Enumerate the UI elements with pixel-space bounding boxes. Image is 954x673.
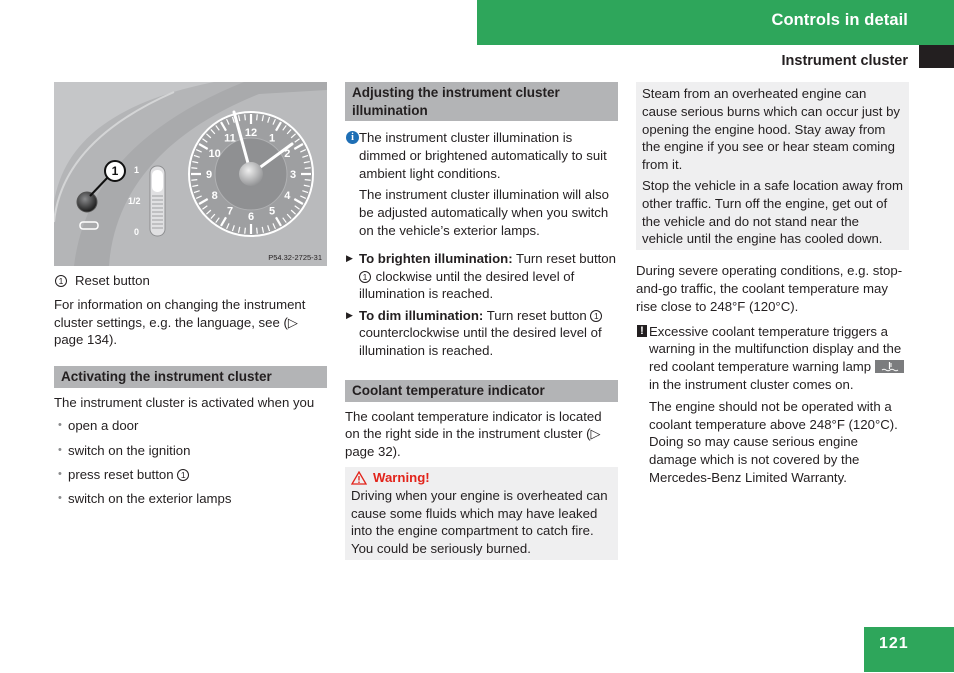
coolant-heading: Coolant temperature indicator [345, 380, 618, 402]
illumination-steps: ▶ To brighten illumination: Turn reset b… [345, 250, 618, 360]
list-item: switch on the exterior lamps [54, 490, 327, 508]
clock-number: 11 [224, 133, 236, 145]
clock-tick [304, 179, 311, 181]
warning-box: Warning! Driving when your engine is ove… [345, 466, 618, 560]
activation-list: open a door switch on the ignition press… [54, 417, 327, 507]
clock-tick [256, 227, 258, 234]
activating-heading: Activating the instrument cluster [54, 366, 327, 388]
warning-paragraph: Stop the vehicle in a safe location away… [642, 177, 903, 247]
chapter-title: Controls in detail [771, 11, 908, 29]
coolant-text: The coolant temperature indicator is loc… [345, 408, 602, 460]
settings-reference-text: For information on changing the instrume… [54, 296, 306, 348]
clock-number: 9 [206, 169, 212, 181]
info-icon: i [346, 131, 359, 144]
gauge-label-full: 1 [134, 165, 139, 175]
info-paragraph: The instrument cluster illumination is d… [359, 130, 607, 181]
clock-tick [191, 179, 198, 181]
clock-tick [244, 114, 246, 121]
clock-tick [244, 227, 246, 234]
step-arrow-icon: ▶ [346, 252, 353, 263]
clock-tick [191, 167, 198, 169]
right-column: Steam from an overheated engine can caus… [636, 82, 909, 487]
warning-paragraph: Steam from an overheated engine can caus… [642, 86, 901, 173]
section-tab-marker [919, 45, 954, 68]
clock-number: 12 [245, 127, 257, 139]
left-column: 1 1/2 0 12 1 2 3 4 5 6 7 8 9 10 11 1 P54.32-2725-31… [54, 82, 327, 514]
illumination-heading: Adjusting the instrument cluster illumin… [345, 82, 618, 121]
callout-ref-icon: 1 [590, 309, 603, 322]
exclamation-notice-icon: ! [637, 324, 647, 337]
operating-conditions-text: During severe operating conditions, e.g.… [636, 263, 903, 314]
damage-notice: ! Excessive coolant temperature triggers… [636, 323, 909, 487]
warning-continuation-box: Steam from an overheated engine can caus… [636, 82, 909, 251]
info-paragraph: The instrument cluster illumination will… [359, 187, 609, 238]
notice-paragraph: Excessive coolant temperature triggers a… [649, 323, 909, 394]
caption-label: Reset button [75, 273, 150, 288]
clock-number: 3 [290, 169, 296, 181]
middle-column: Adjusting the instrument cluster illumin… [345, 82, 618, 560]
step-arrow-icon: ▶ [346, 309, 353, 320]
clock-number: 7 [227, 205, 233, 217]
warning-text: Driving when your engine is overheated c… [351, 487, 608, 557]
page-number: 121 [879, 635, 909, 652]
section-title: Instrument cluster [781, 53, 909, 69]
reset-button-knob [76, 191, 98, 213]
instrument-cluster-figure: 1 1/2 0 12 1 2 3 4 5 6 7 8 9 10 11 1 P54.32-2725-31 [54, 82, 327, 266]
clock-tick [256, 114, 258, 121]
page-number-box: 121 [864, 627, 954, 672]
list-item: switch on the ignition [54, 442, 327, 460]
clock-number: 5 [269, 205, 275, 217]
callout-ref-icon: 1 [55, 274, 67, 287]
clock-number: 4 [284, 190, 291, 202]
illumination-info-note: i The instrument cluster illumination is… [345, 129, 618, 240]
list-item: open a door [54, 417, 327, 435]
clock-tick [304, 167, 311, 169]
clock-number: 1 [269, 133, 275, 145]
coolant-warning-lamp-icon [874, 360, 904, 374]
notice-paragraph: The engine should not be operated with a… [649, 398, 898, 485]
warning-triangle-icon [351, 470, 367, 485]
list-item: press reset button 1 [54, 466, 327, 484]
figure-image-code: P54.32-2725-31 [268, 253, 322, 262]
callout-ref-icon: 1 [359, 270, 371, 283]
figure-caption: 1 Reset button [54, 272, 327, 290]
warning-title: Warning! [351, 469, 612, 487]
step-dim: ▶ To dim illumination: Turn reset button… [346, 307, 603, 359]
clock-number: 8 [212, 190, 218, 202]
activating-intro: The instrument cluster is activated when… [54, 394, 315, 410]
clock-number: 10 [209, 148, 221, 160]
instrument-cluster-illustration: 1 1/2 0 12 1234567891011 1 P54.32-2725-31 [54, 82, 327, 266]
clock-number: 6 [248, 211, 254, 223]
gauge-label-empty: 0 [134, 227, 139, 237]
callout-ref-icon: 1 [177, 468, 190, 481]
gauge-label-half: 1/2 [128, 196, 141, 206]
step-brighten: ▶ To brighten illumination: Turn reset b… [346, 250, 616, 302]
callout-number: 1 [112, 164, 119, 178]
